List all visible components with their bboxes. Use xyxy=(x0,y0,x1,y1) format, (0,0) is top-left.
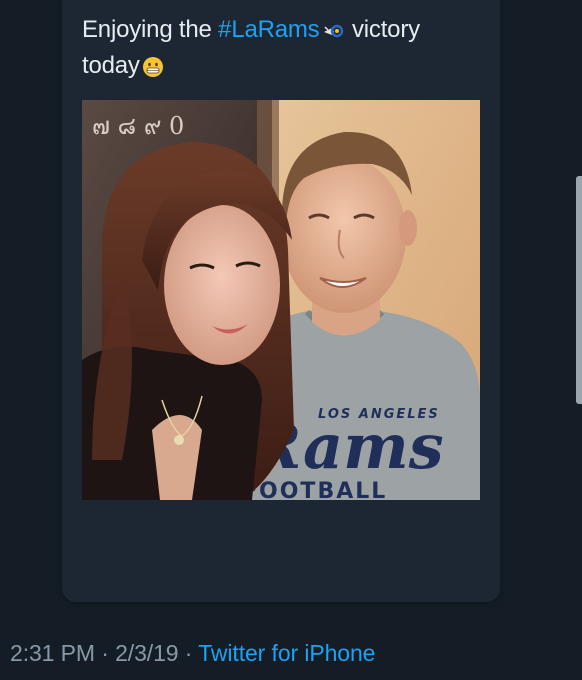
ram-emoji-icon xyxy=(323,24,343,37)
meta-separator: · xyxy=(178,640,199,666)
tweet-time: 2:31 PM xyxy=(10,640,95,666)
tweet-photo[interactable]: ๗ ๘ ๙ 0 LOS ANGELES Rams FOOTBALL xyxy=(82,100,480,500)
tweet-text-start: Enjoying the xyxy=(82,16,219,43)
photo-illustration: ๗ ๘ ๙ 0 LOS ANGELES Rams FOOTBALL xyxy=(82,100,480,500)
tweet-source-link[interactable]: Twitter for iPhone xyxy=(198,640,375,666)
tweet-meta: 2:31 PM · 2/3/19 · Twitter for iPhone xyxy=(10,640,375,667)
tweet-text-mid: victory xyxy=(345,16,420,43)
grinning-face-icon xyxy=(142,56,163,77)
tweet-text-end: today xyxy=(82,52,140,79)
hashtag-link[interactable]: #LaRams xyxy=(218,16,320,43)
meta-separator: · xyxy=(94,640,116,666)
tweet-text: Enjoying the #LaRams victory today xyxy=(82,12,462,84)
wall-text: ๗ ๘ ๙ 0 xyxy=(92,112,184,140)
tweet-date: 2/3/19 xyxy=(115,640,179,666)
scrollbar[interactable] xyxy=(576,176,582,404)
screenshot: Enjoying the #LaRams victory today ๗ ๘ ๙… xyxy=(0,0,582,680)
shirt-text-line3: FOOTBALL xyxy=(242,479,387,500)
